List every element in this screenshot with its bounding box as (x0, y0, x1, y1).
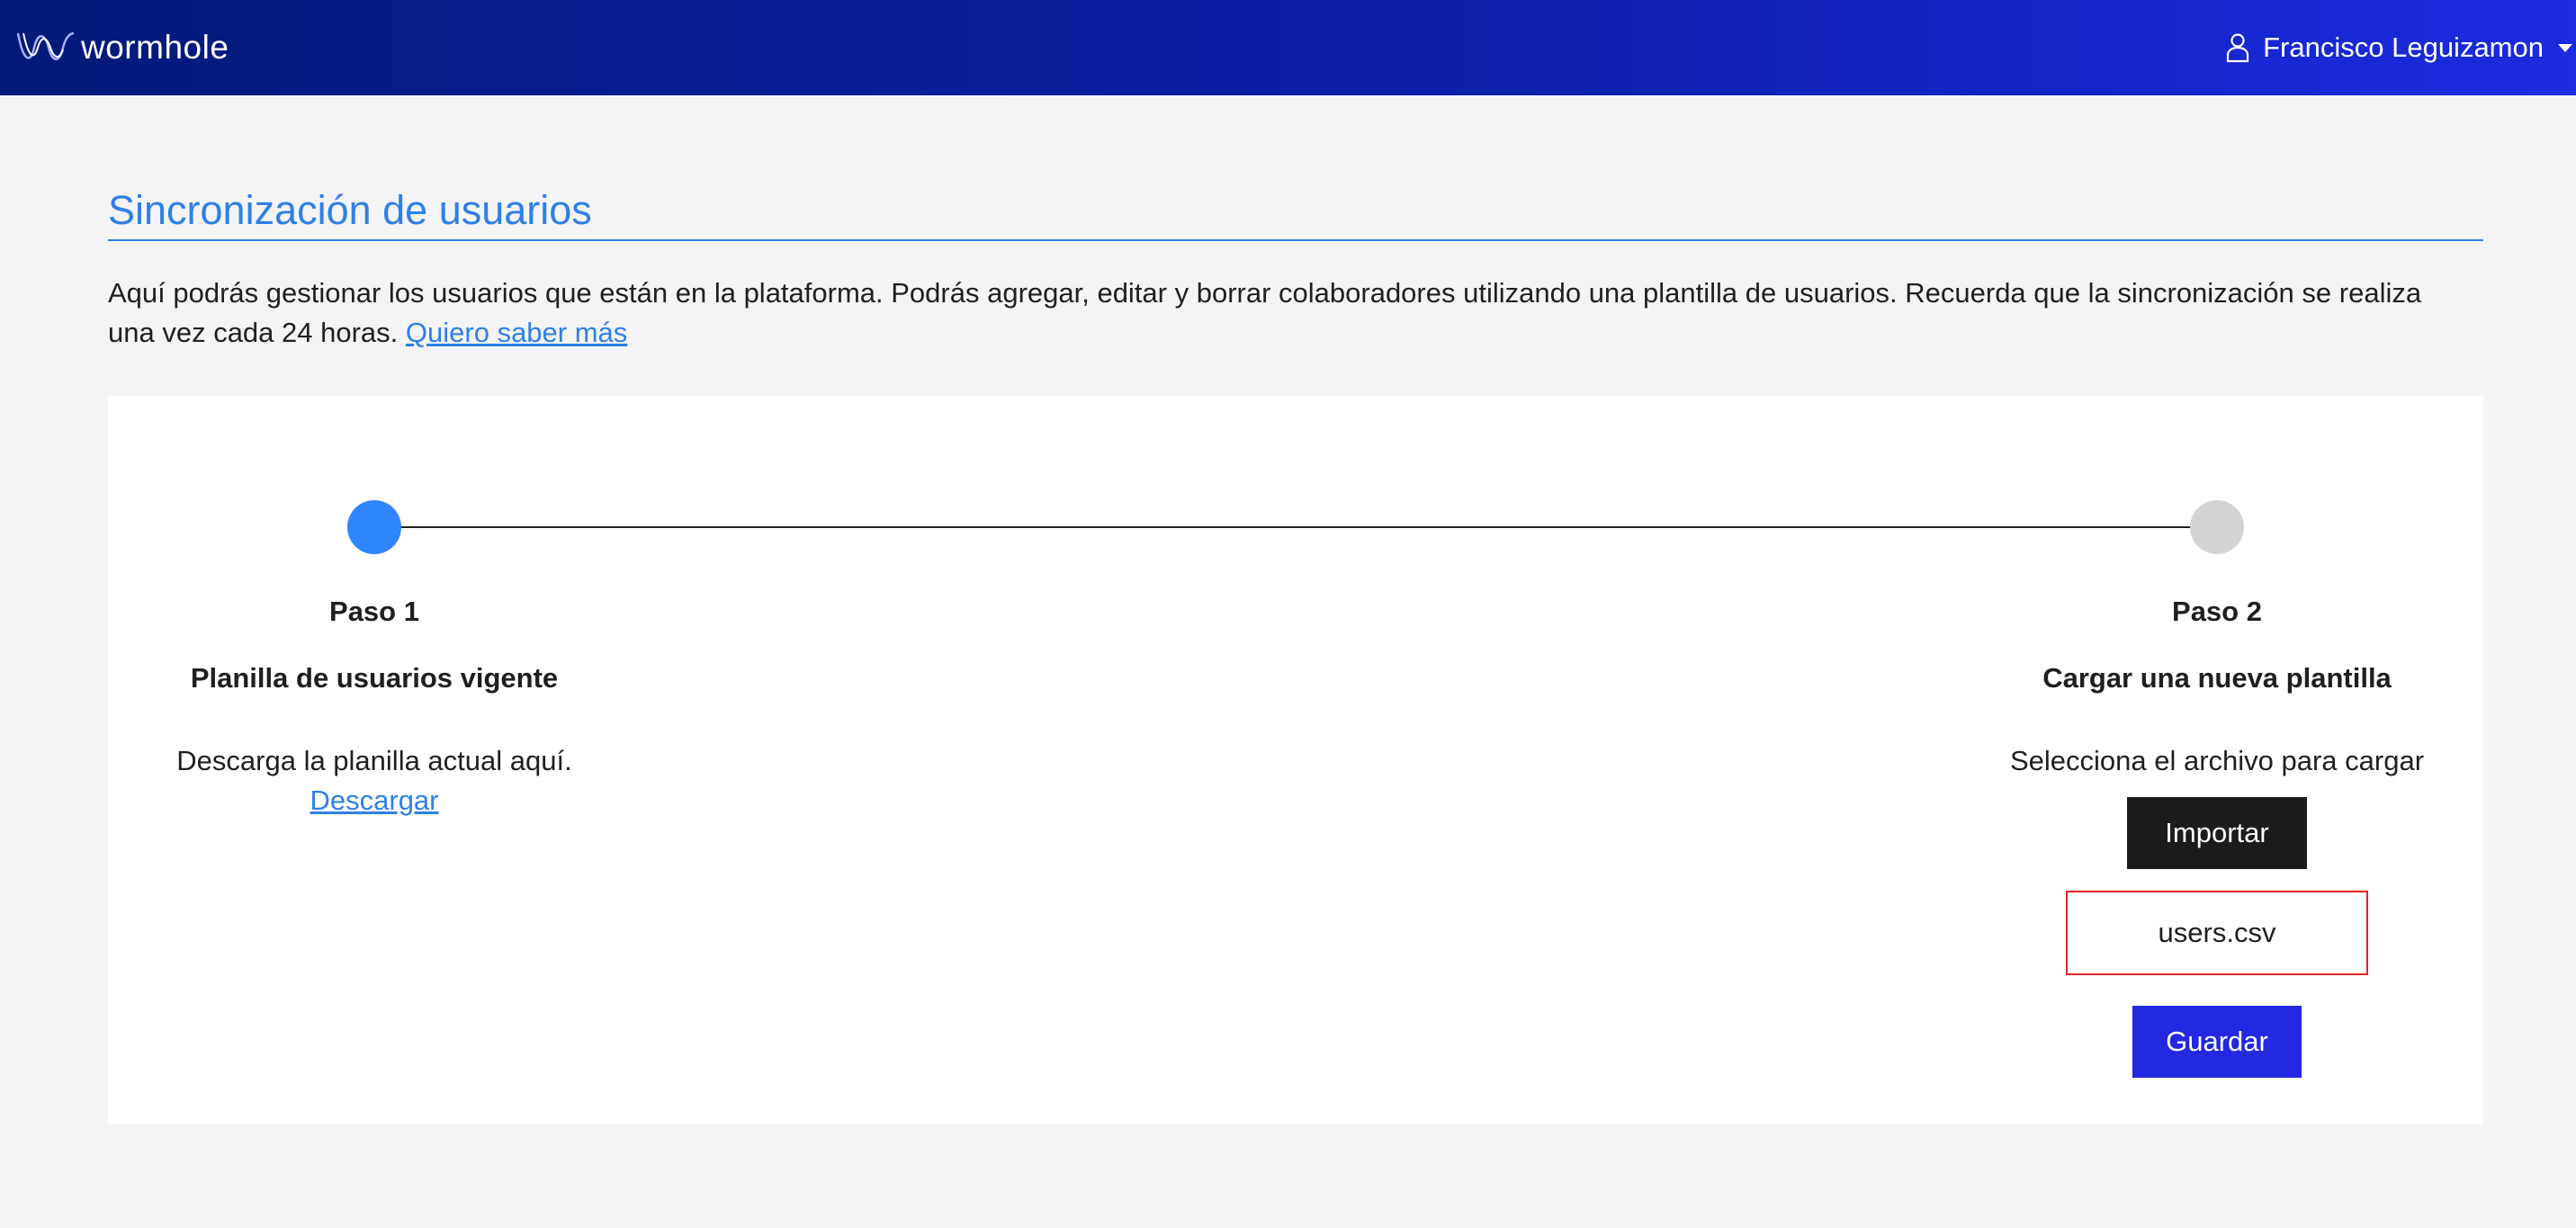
chevron-down-icon (2558, 43, 2572, 52)
download-link[interactable]: Descargar (310, 781, 439, 820)
learn-more-link[interactable]: Quiero saber más (406, 317, 627, 348)
import-button[interactable]: Importar (2127, 797, 2307, 869)
step-1: Paso 1 Planilla de usuarios vigente Desc… (122, 594, 626, 820)
selected-file-name: users.csv (2066, 891, 2368, 975)
main-content: Sincronización de usuarios Aquí podrás g… (108, 185, 2483, 1125)
step-2-number: Paso 2 (2172, 596, 2262, 627)
top-navbar: wormhole Francisco Leguizamon (0, 0, 2576, 95)
user-menu[interactable]: Francisco Leguizamon (2225, 31, 2572, 64)
user-icon (2227, 33, 2249, 63)
brand-name: wormhole (81, 29, 229, 66)
sync-card: Paso 1 Planilla de usuarios vigente Desc… (108, 396, 2483, 1125)
step-1-description: Descarga la planilla actual aquí. (176, 745, 572, 776)
user-name: Francisco Leguizamon (2263, 31, 2544, 63)
save-button[interactable]: Guardar (2132, 1006, 2302, 1078)
page-title: Sincronización de usuarios (108, 185, 2483, 241)
step-2-title: Cargar una nueva plantilla (2042, 662, 2392, 694)
step-1-number: Paso 1 (329, 596, 419, 627)
step-1-title: Planilla de usuarios vigente (190, 662, 559, 694)
brand-logo[interactable]: wormhole (14, 26, 229, 69)
step-1-indicator (347, 500, 401, 554)
wormhole-logo-icon (16, 31, 75, 60)
step-2-description: Selecciona el archivo para cargar (2009, 745, 2425, 776)
step-2: Paso 2 Cargar una nueva plantilla Selecc… (1965, 594, 2469, 1078)
stepper-line (374, 526, 2217, 528)
intro-paragraph: Aquí podrás gestionar los usuarios que e… (108, 273, 2447, 353)
step-2-indicator (2190, 500, 2244, 554)
